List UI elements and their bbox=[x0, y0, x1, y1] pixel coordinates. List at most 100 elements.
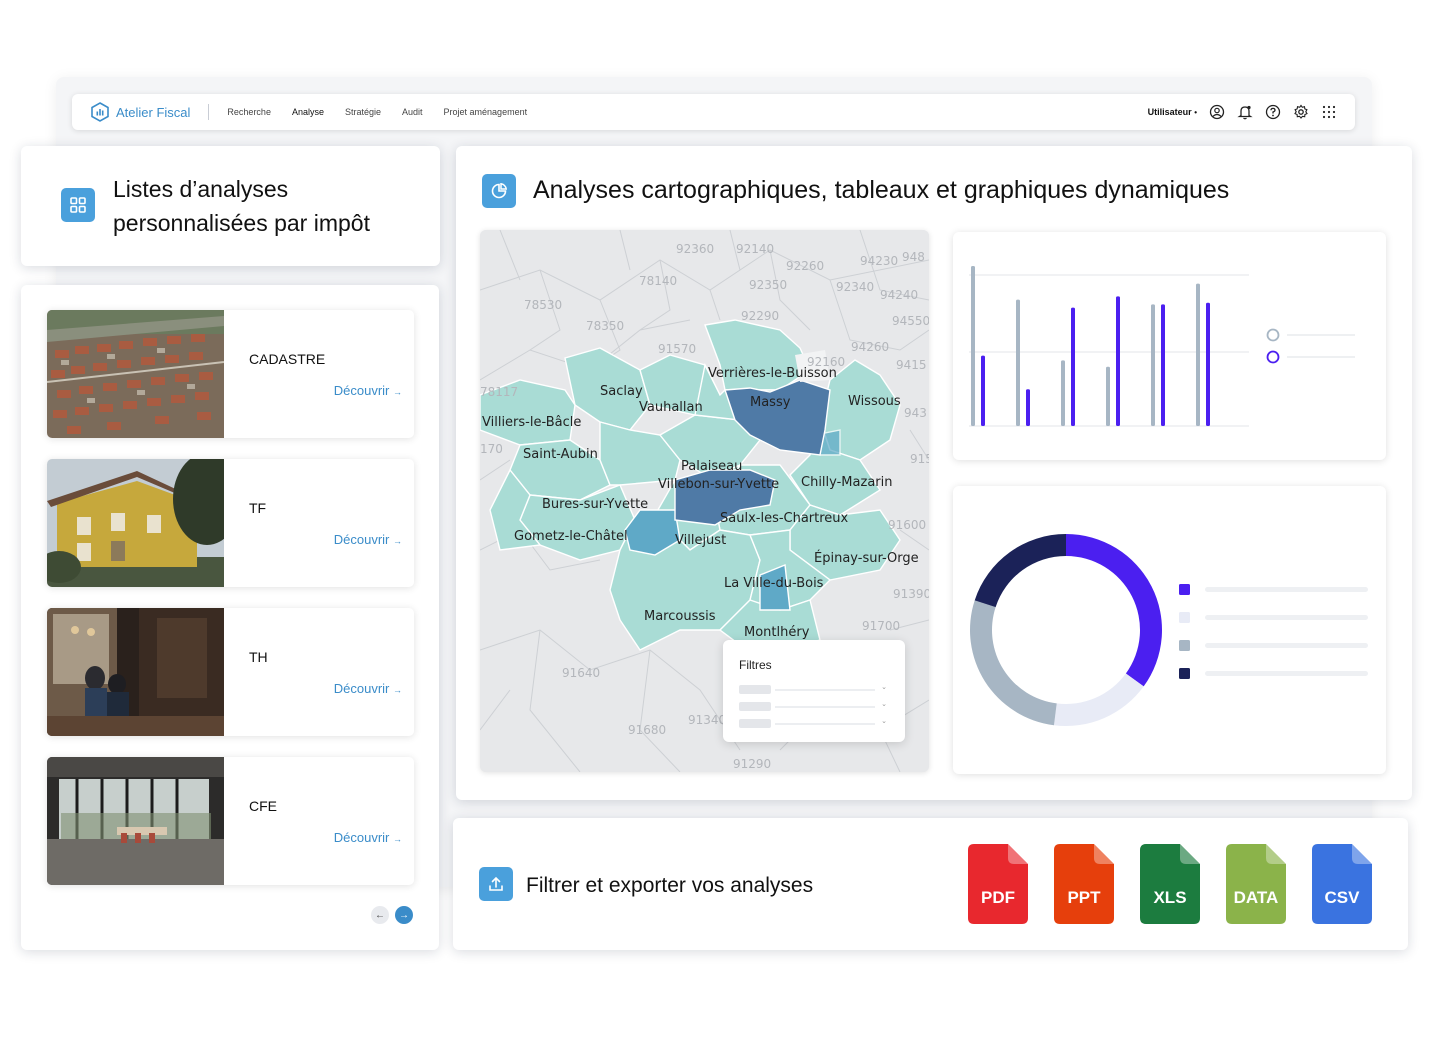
bar[interactable] bbox=[1026, 389, 1030, 426]
help-icon[interactable] bbox=[1265, 104, 1281, 120]
map-town-label: Épinay-sur-Orge bbox=[814, 551, 919, 566]
donut-slice[interactable] bbox=[1066, 534, 1162, 687]
filter-dropdown[interactable]: ⌄ bbox=[739, 718, 887, 728]
filters-panel[interactable]: Filtres ⌄ ⌄ ⌄ bbox=[723, 640, 905, 742]
map-town-label: Saint-Aubin bbox=[523, 447, 598, 462]
nav-item-audit[interactable]: Audit bbox=[402, 107, 423, 117]
discover-link[interactable]: Découvrir → bbox=[334, 681, 402, 696]
bar[interactable] bbox=[1116, 296, 1120, 426]
legend-swatch[interactable] bbox=[1179, 640, 1190, 651]
map-town-label: Vauhallan bbox=[639, 400, 703, 415]
map-postcode-label: 94240 bbox=[880, 288, 919, 302]
screen: Atelier Fiscal Recherche Analyse Stratég… bbox=[0, 0, 1433, 1045]
top-navbar: Atelier Fiscal Recherche Analyse Stratég… bbox=[72, 94, 1355, 130]
bar[interactable] bbox=[1206, 302, 1210, 426]
donut-chart-card bbox=[953, 486, 1386, 774]
bar[interactable] bbox=[1151, 304, 1155, 426]
map-postcode-label: 78530 bbox=[524, 298, 563, 312]
pagination: ← → bbox=[371, 906, 413, 924]
donut-slice[interactable] bbox=[974, 534, 1066, 608]
discover-link[interactable]: Découvrir → bbox=[334, 830, 402, 845]
chevron-down-icon: ⌄ bbox=[881, 718, 887, 725]
legend-swatch[interactable] bbox=[1179, 584, 1190, 595]
lists-header-card: Listes d’analyses personnalisées par imp… bbox=[21, 146, 440, 266]
bar[interactable] bbox=[1016, 299, 1020, 426]
list-item-th[interactable]: TH Découvrir → bbox=[47, 608, 414, 736]
lists-title: Listes d’analyses personnalisées par imp… bbox=[113, 172, 370, 240]
export-csv-button[interactable]: CSV bbox=[1312, 844, 1372, 924]
bar[interactable] bbox=[981, 355, 985, 426]
filter-dropdown[interactable]: ⌄ bbox=[739, 684, 887, 694]
legend-swatch[interactable] bbox=[1179, 668, 1190, 679]
chevron-down-icon: ⌄ bbox=[881, 684, 887, 691]
legend-placeholder-bar bbox=[1205, 615, 1368, 620]
donut-chart[interactable] bbox=[953, 486, 1386, 774]
legend-placeholder-bar bbox=[1205, 587, 1368, 592]
item-label: CADASTRE bbox=[249, 351, 326, 367]
pager-prev-button[interactable]: ← bbox=[371, 906, 389, 924]
list-item-cfe[interactable]: CFE Découvrir → bbox=[47, 757, 414, 885]
map-town-label: Bures-sur-Yvette bbox=[542, 497, 649, 512]
map-town-label: Palaiseau bbox=[681, 459, 743, 474]
map-postcode-label: 91700 bbox=[862, 619, 901, 633]
grid-dots-icon[interactable] bbox=[1321, 104, 1337, 120]
legend-marker[interactable] bbox=[1266, 328, 1280, 342]
discover-link-text: Découvrir bbox=[333, 681, 390, 696]
arrow-right-icon: → bbox=[393, 685, 402, 695]
export-data-button[interactable]: DATA bbox=[1226, 844, 1286, 924]
nav-item-recherche[interactable]: Recherche bbox=[227, 107, 271, 117]
map-town-label: La Ville-du-Bois bbox=[724, 576, 824, 591]
map-town-label: Massy bbox=[750, 395, 791, 410]
bar[interactable] bbox=[1106, 366, 1110, 426]
nav-item-projet-amenagement[interactable]: Projet aménagement bbox=[444, 107, 528, 117]
gear-icon[interactable] bbox=[1293, 104, 1309, 120]
map-postcode-label: 92260 bbox=[786, 259, 825, 273]
grid-icon bbox=[70, 197, 86, 213]
legend-swatch[interactable] bbox=[1179, 612, 1190, 623]
pager-next-button[interactable]: → bbox=[395, 906, 413, 924]
cadastre-aerial-photo bbox=[47, 310, 224, 438]
bar[interactable] bbox=[1196, 283, 1200, 426]
bell-icon[interactable] bbox=[1237, 104, 1253, 120]
legend-marker[interactable] bbox=[1266, 350, 1280, 364]
discover-link[interactable]: Découvrir → bbox=[334, 383, 402, 398]
map-postcode-label: 91600 bbox=[888, 518, 927, 532]
export-pdf-button[interactable]: PDF bbox=[968, 844, 1028, 924]
export-ppt-button[interactable]: PPT bbox=[1054, 844, 1114, 924]
lists-icon-box bbox=[61, 188, 95, 222]
nav-item-analyse[interactable]: Analyse bbox=[292, 107, 324, 117]
map-town-label: Villiers-le-Bâcle bbox=[482, 415, 582, 430]
bar-chart[interactable] bbox=[953, 232, 1386, 460]
file-format-label: CSV bbox=[1324, 888, 1360, 907]
donut-slice[interactable] bbox=[970, 600, 1057, 726]
user-circle-icon[interactable] bbox=[1209, 104, 1225, 120]
bar[interactable] bbox=[971, 266, 975, 426]
choropleth-map[interactable]: 92360 92140 92260 94230 948 78140 92350 92340 94… bbox=[480, 230, 929, 772]
file-format-label: PPT bbox=[1067, 888, 1101, 907]
map-postcode-label: 948 bbox=[902, 250, 925, 264]
app-logo[interactable]: Atelier Fiscal bbox=[90, 102, 190, 122]
item-label: CFE bbox=[249, 798, 277, 814]
bar[interactable] bbox=[1071, 307, 1075, 426]
user-menu[interactable]: Utilisateur • bbox=[1148, 107, 1197, 117]
bar[interactable] bbox=[1061, 360, 1065, 426]
donut-slice[interactable] bbox=[1053, 673, 1144, 726]
legend-placeholder-bar bbox=[1205, 643, 1368, 648]
app-name: Atelier Fiscal bbox=[116, 104, 191, 120]
map-postcode-label: 78140 bbox=[639, 274, 678, 288]
filter-dropdown[interactable]: ⌄ bbox=[739, 701, 887, 711]
map-town-label: Wissous bbox=[848, 394, 901, 409]
legend-placeholder-bar bbox=[1205, 671, 1368, 676]
tax-list-card: CADASTRE Découvrir → TF Découvrir → TH D… bbox=[21, 285, 439, 950]
list-item-cadastre[interactable]: CADASTRE Découvrir → bbox=[47, 310, 414, 438]
list-item-tf[interactable]: TF Découvrir → bbox=[47, 459, 414, 587]
file-format-label: PDF bbox=[981, 888, 1015, 907]
bar[interactable] bbox=[1161, 304, 1165, 426]
lists-title-line2: personnalisées par impôt bbox=[113, 210, 370, 236]
map-postcode-label: 943 bbox=[904, 406, 927, 420]
export-card: Filtrer et exporter vos analyses PDF PPT X… bbox=[453, 818, 1408, 950]
export-xls-button[interactable]: XLS bbox=[1140, 844, 1200, 924]
file-format-label: DATA bbox=[1233, 888, 1279, 907]
discover-link[interactable]: Découvrir → bbox=[334, 532, 402, 547]
nav-item-strategie[interactable]: Stratégie bbox=[345, 107, 381, 117]
